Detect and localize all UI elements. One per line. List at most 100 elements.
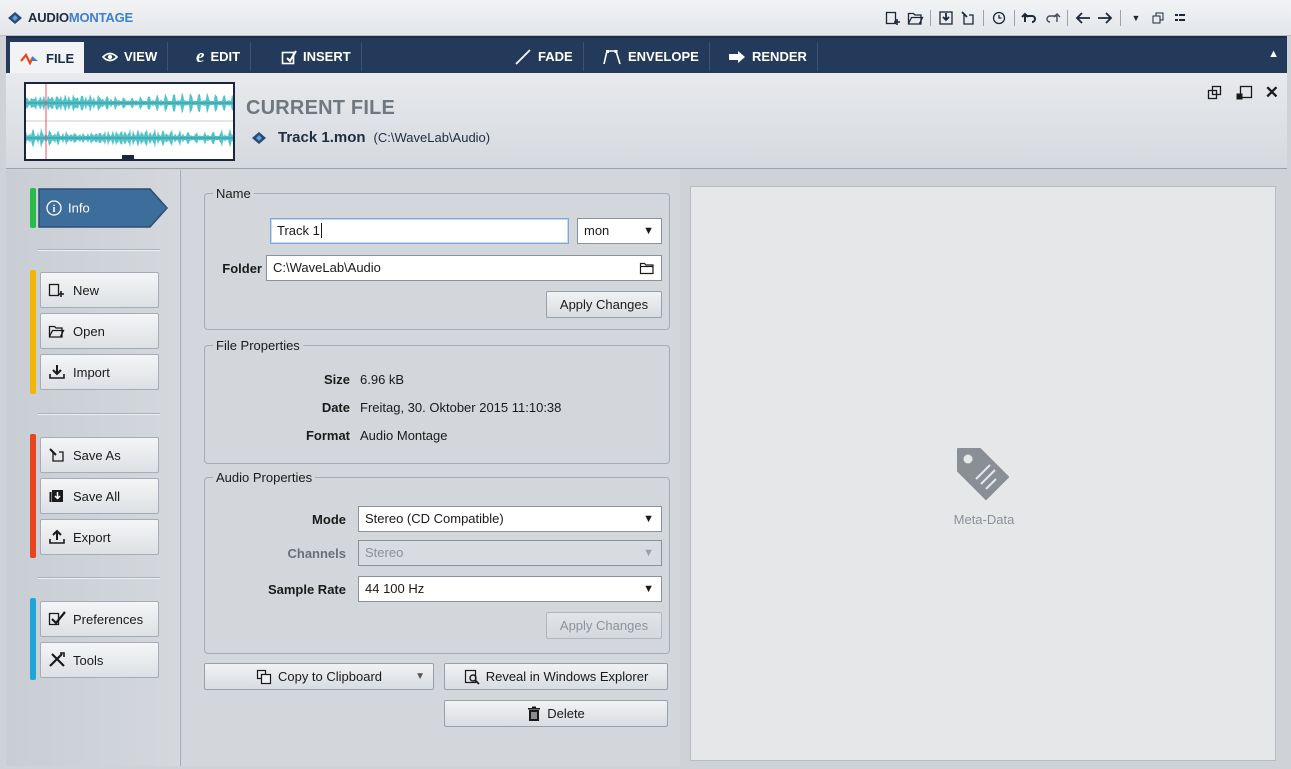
reveal-in-explorer-button[interactable]: Reveal in Windows Explorer — [444, 663, 668, 690]
sample-rate-label: Sample Rate — [267, 582, 346, 597]
chevron-down-icon: ▼ — [643, 225, 654, 237]
toolbar-separator — [1067, 10, 1068, 26]
toolbar-separator — [983, 10, 984, 26]
trash-icon — [528, 706, 541, 721]
copy-to-clipboard-button[interactable]: Copy to Clipboard ▼ — [204, 663, 434, 690]
svg-text:i: i — [53, 204, 56, 215]
undo-icon[interactable] — [1019, 8, 1041, 28]
preferences-button[interactable]: Preferences — [40, 601, 159, 637]
export-label: Export — [73, 529, 111, 545]
delete-label: Delete — [547, 706, 585, 721]
fade-icon — [515, 48, 531, 65]
tab-insert[interactable]: INSERT — [271, 42, 362, 71]
mode-label: Mode — [312, 512, 346, 527]
layout-icon[interactable] — [1169, 8, 1191, 28]
folder-label: Folder — [222, 261, 262, 276]
save-as-label: Save As — [73, 447, 121, 463]
import-label: Import — [73, 364, 110, 380]
file-icon — [20, 52, 38, 65]
channels-select: Stereo ▼ — [358, 540, 662, 566]
open-icon[interactable] — [904, 8, 926, 28]
save-as-button[interactable]: Save As — [40, 437, 159, 473]
tools-label: Tools — [73, 652, 104, 668]
float-window-icon[interactable] — [1207, 85, 1223, 101]
sample-rate-select[interactable]: 44 100 Hz ▼ — [358, 576, 662, 602]
extension-select[interactable]: mon ▼ — [577, 218, 662, 244]
info-panel: Name Track 1 mon ▼ Folder C:\WaveLab\Aud… — [182, 170, 680, 766]
folder-open-icon — [48, 325, 65, 338]
date-value: Freitag, 30. Oktober 2015 11:10:38 — [360, 400, 562, 415]
chevron-down-icon: ▼ — [643, 513, 654, 525]
tab-fade[interactable]: FADE — [504, 42, 584, 71]
tab-render[interactable]: RENDER — [718, 42, 818, 71]
name-group-legend: Name — [216, 186, 251, 201]
group-color-bar-yellow — [30, 270, 36, 394]
save-icon[interactable] — [935, 8, 957, 28]
folder-browse-icon[interactable] — [639, 261, 655, 275]
import-button[interactable]: Import — [40, 354, 159, 390]
file-name-input[interactable]: Track 1 — [270, 218, 569, 244]
close-icon[interactable]: ✕ — [1265, 83, 1279, 103]
save-all-button[interactable]: Save All — [40, 478, 159, 514]
redo-icon[interactable] — [1041, 8, 1063, 28]
chevron-down-icon[interactable]: ▼ — [415, 671, 425, 682]
folder-input[interactable]: C:\WaveLab\Audio — [266, 255, 662, 281]
delete-button[interactable]: Delete — [444, 700, 668, 727]
preferences-icon — [48, 611, 66, 626]
panel-window-controls: ✕ — [1207, 83, 1279, 103]
restore-icon[interactable] — [1147, 8, 1169, 28]
metadata-label: Meta-Data — [953, 512, 1015, 527]
toolbar-separator — [930, 10, 931, 26]
dropdown-icon[interactable]: ▼ — [1125, 8, 1147, 28]
new-button[interactable]: New — [40, 272, 159, 308]
waveform-thumbnail[interactable] — [24, 82, 235, 161]
save-as-icon[interactable] — [957, 8, 979, 28]
reveal-label: Reveal in Windows Explorer — [485, 669, 649, 684]
size-label: Size — [323, 372, 350, 387]
ribbon-tab-bar: FILE VIEW e EDIT INSERT FADE ENVELOPE RE… — [6, 36, 1287, 75]
tab-envelope[interactable]: ENVELOPE — [592, 42, 710, 71]
open-button[interactable]: Open — [40, 313, 159, 349]
copy-icon — [256, 669, 272, 684]
tab-edit[interactable]: e EDIT — [186, 42, 252, 71]
group-color-bar-green — [30, 188, 36, 228]
waveform-graph — [26, 84, 233, 159]
apply-audio-changes-button[interactable]: Apply Changes — [546, 612, 662, 639]
format-value: Audio Montage — [360, 428, 448, 443]
tab-view[interactable]: VIEW — [92, 42, 169, 71]
ribbon-panel: CURRENT FILE Track 1.mon (C:\WaveLab\Aud… — [6, 73, 1287, 169]
copy-label: Copy to Clipboard — [277, 669, 383, 684]
mode-select[interactable]: Stereo (CD Compatible) ▼ — [358, 506, 662, 532]
metadata-panel[interactable]: Meta-Data — [690, 186, 1276, 761]
channels-label: Channels — [287, 546, 346, 561]
save-as-icon — [49, 448, 64, 462]
export-icon — [49, 529, 65, 544]
audio-properties-legend: Audio Properties — [216, 470, 313, 485]
info-button[interactable]: i Info — [38, 188, 168, 228]
export-button[interactable]: Export — [40, 519, 159, 555]
file-path: (C:\WaveLab\Audio) — [373, 130, 491, 145]
maximize-icon[interactable] — [1235, 85, 1253, 101]
toolbar-separator — [1120, 10, 1121, 26]
insert-icon — [281, 49, 297, 64]
edit-icon: e — [196, 45, 205, 67]
file-properties-legend: File Properties — [216, 338, 300, 353]
tools-button[interactable]: Tools — [40, 642, 159, 678]
format-label: Format — [305, 428, 350, 443]
forward-icon[interactable] — [1094, 8, 1116, 28]
save-all-label: Save All — [73, 488, 120, 504]
waveform-scroll-handle[interactable] — [122, 155, 134, 159]
eye-icon — [102, 52, 118, 61]
import-icon — [49, 365, 65, 379]
quick-access-toolbar: ▼ — [882, 8, 1191, 28]
history-icon[interactable] — [988, 8, 1010, 28]
new-icon[interactable] — [882, 8, 904, 28]
tab-file[interactable]: FILE — [10, 42, 85, 75]
collapse-ribbon-icon[interactable]: ▲ — [1268, 48, 1279, 60]
chevron-down-icon: ▼ — [643, 583, 654, 595]
apply-name-changes-button[interactable]: Apply Changes — [546, 291, 662, 318]
preferences-label: Preferences — [73, 611, 144, 627]
current-file-line: Track 1.mon (C:\WaveLab\Audio) — [250, 129, 490, 146]
sidebar-divider — [38, 250, 160, 251]
back-icon[interactable] — [1072, 8, 1094, 28]
